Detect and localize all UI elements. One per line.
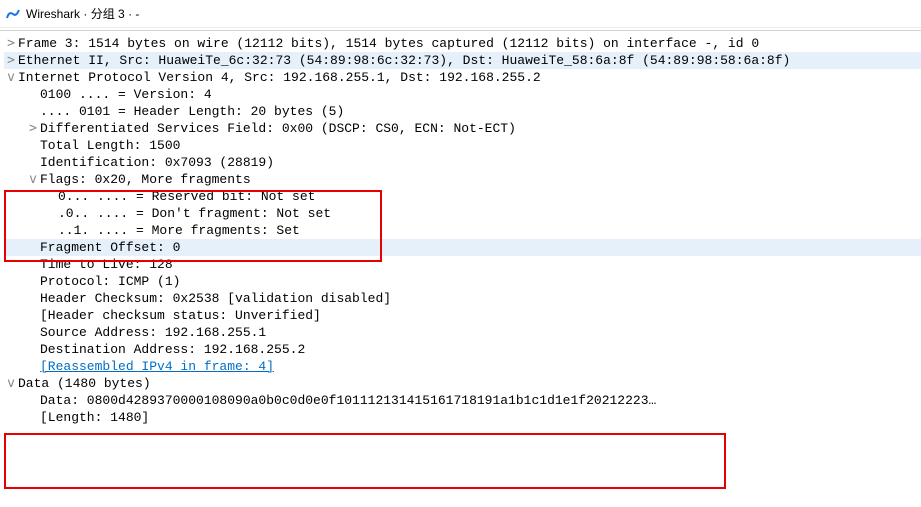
ipv4-flags-row[interactable]: vFlags: 0x20, More fragments bbox=[4, 171, 921, 188]
ipv4-dest-address[interactable]: Destination Address: 192.168.255.2 bbox=[4, 341, 921, 358]
field-text: Destination Address: 192.168.255.2 bbox=[40, 342, 305, 357]
window-title: Wireshark · 分组 3 · - bbox=[26, 5, 139, 22]
flag-dontfragment[interactable]: .0.. .... = Don't fragment: Not set bbox=[4, 205, 921, 222]
ipv4-protocol[interactable]: Protocol: ICMP (1) bbox=[4, 273, 921, 290]
ipv4-text: Internet Protocol Version 4, Src: 192.16… bbox=[18, 70, 541, 85]
title-sep: · bbox=[128, 7, 132, 21]
ipv4-checksum-status[interactable]: [Header checksum status: Unverified] bbox=[4, 307, 921, 324]
ipv4-header-checksum[interactable]: Header Checksum: 0x2538 [validation disa… bbox=[4, 290, 921, 307]
data-row[interactable]: vData (1480 bytes) bbox=[4, 375, 921, 392]
ipv4-reassembled-link[interactable]: [Reassembled IPv4 in frame: 4] bbox=[4, 358, 921, 375]
title-suffix: - bbox=[135, 7, 139, 21]
chevron-down-icon[interactable]: v bbox=[4, 375, 18, 392]
ipv4-dsf[interactable]: >Differentiated Services Field: 0x00 (DS… bbox=[4, 120, 921, 137]
field-text: 0... .... = Reserved bit: Not set bbox=[58, 189, 315, 204]
ipv4-ttl[interactable]: Time to Live: 128 bbox=[4, 256, 921, 273]
field-text: .0.. .... = Don't fragment: Not set bbox=[58, 206, 331, 221]
frame-row[interactable]: >Frame 3: 1514 bytes on wire (12112 bits… bbox=[4, 35, 921, 52]
ethernet-text: Ethernet II, Src: HuaweiTe_6c:32:73 (54:… bbox=[18, 53, 790, 68]
flag-morefragments[interactable]: ..1. .... = More fragments: Set bbox=[4, 222, 921, 239]
data-header-text: Data (1480 bytes) bbox=[18, 376, 151, 391]
packet-details-tree[interactable]: >Frame 3: 1514 bytes on wire (12112 bits… bbox=[0, 35, 921, 426]
field-text: .... 0101 = Header Length: 20 bytes (5) bbox=[40, 104, 344, 119]
field-text: Data: 0800d4289370000108090a0b0c0d0e0f10… bbox=[40, 393, 656, 408]
wireshark-icon bbox=[6, 7, 20, 21]
highlight-box-data bbox=[4, 433, 726, 489]
field-text: [Length: 1480] bbox=[40, 410, 149, 425]
link-text[interactable]: [Reassembled IPv4 in frame: 4] bbox=[40, 359, 274, 374]
titlebar: Wireshark · 分组 3 · - bbox=[0, 0, 921, 28]
field-text: Fragment Offset: 0 bbox=[40, 240, 180, 255]
chevron-down-icon[interactable]: v bbox=[26, 171, 40, 188]
app-name: Wireshark bbox=[26, 7, 80, 21]
field-text: Total Length: 1500 bbox=[40, 138, 180, 153]
ipv4-row[interactable]: vInternet Protocol Version 4, Src: 192.1… bbox=[4, 69, 921, 86]
field-text: Time to Live: 128 bbox=[40, 257, 173, 272]
ipv4-identification[interactable]: Identification: 0x7093 (28819) bbox=[4, 154, 921, 171]
ipv4-source-address[interactable]: Source Address: 192.168.255.1 bbox=[4, 324, 921, 341]
ethernet-row[interactable]: >Ethernet II, Src: HuaweiTe_6c:32:73 (54… bbox=[4, 52, 921, 69]
chevron-right-icon[interactable]: > bbox=[4, 52, 18, 69]
field-text: Identification: 0x7093 (28819) bbox=[40, 155, 274, 170]
field-text: ..1. .... = More fragments: Set bbox=[58, 223, 300, 238]
doc-name: 分组 3 bbox=[91, 7, 125, 21]
ipv4-version[interactable]: 0100 .... = Version: 4 bbox=[4, 86, 921, 103]
ipv4-total-length[interactable]: Total Length: 1500 bbox=[4, 137, 921, 154]
field-text: Differentiated Services Field: 0x00 (DSC… bbox=[40, 121, 516, 136]
title-sep: · bbox=[83, 7, 87, 21]
field-text: 0100 .... = Version: 4 bbox=[40, 87, 212, 102]
field-text: [Header checksum status: Unverified] bbox=[40, 308, 321, 323]
flag-reserved[interactable]: 0... .... = Reserved bit: Not set bbox=[4, 188, 921, 205]
field-text: Protocol: ICMP (1) bbox=[40, 274, 180, 289]
frame-text: Frame 3: 1514 bytes on wire (12112 bits)… bbox=[18, 36, 759, 51]
field-text: Header Checksum: 0x2538 [validation disa… bbox=[40, 291, 391, 306]
data-length[interactable]: [Length: 1480] bbox=[4, 409, 921, 426]
chevron-down-icon[interactable]: v bbox=[4, 69, 18, 86]
chevron-right-icon[interactable]: > bbox=[4, 35, 18, 52]
field-text: Flags: 0x20, More fragments bbox=[40, 172, 251, 187]
data-bytes[interactable]: Data: 0800d4289370000108090a0b0c0d0e0f10… bbox=[4, 392, 921, 409]
divider bbox=[0, 30, 921, 31]
ipv4-fragment-offset[interactable]: Fragment Offset: 0 bbox=[4, 239, 921, 256]
chevron-right-icon[interactable]: > bbox=[26, 120, 40, 137]
field-text: Source Address: 192.168.255.1 bbox=[40, 325, 266, 340]
ipv4-header-length[interactable]: .... 0101 = Header Length: 20 bytes (5) bbox=[4, 103, 921, 120]
